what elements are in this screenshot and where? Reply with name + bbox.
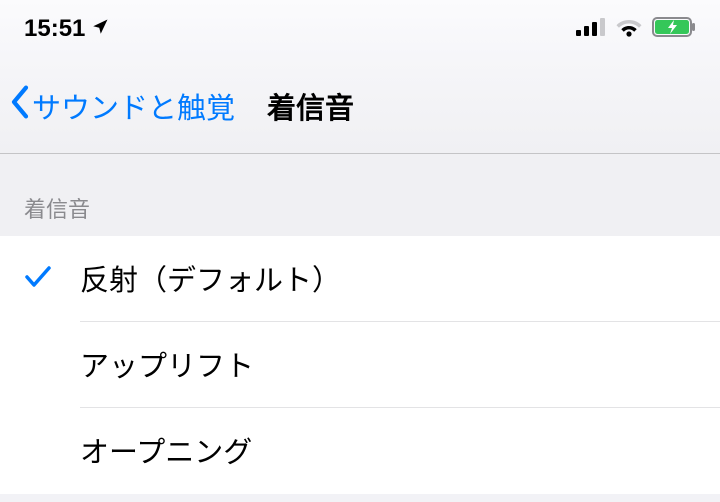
ringtone-list: 反射（デフォルト） アップリフトオープニング (0, 236, 720, 494)
page-title: 着信音 (267, 85, 354, 127)
wifi-icon (616, 17, 642, 42)
row-inner: アップリフト (80, 322, 720, 408)
nav-bar: サウンドと触覚 着信音 (0, 58, 720, 154)
status-bar: 15:51 (0, 0, 720, 58)
ringtone-label: アップリフト (80, 343, 254, 387)
ringtone-row[interactable]: 反射（デフォルト） (0, 236, 720, 322)
ringtone-row[interactable]: アップリフト (0, 322, 720, 408)
ringtone-label: 反射（デフォルト） (80, 257, 341, 301)
row-inner: 反射（デフォルト） (80, 236, 720, 322)
back-label: サウンドと触覚 (32, 85, 235, 127)
location-icon (91, 15, 109, 43)
checkmark-col (24, 265, 80, 294)
back-button[interactable]: サウンドと触覚 (8, 84, 235, 128)
cellular-signal-icon (576, 18, 606, 41)
status-left: 15:51 (24, 15, 109, 43)
ringtone-label: オープニング (80, 429, 252, 473)
chevron-left-icon (8, 84, 32, 128)
status-right (576, 17, 696, 42)
ringtone-row[interactable]: オープニング (0, 408, 720, 494)
checkmark-icon (24, 265, 52, 294)
battery-charging-icon (652, 17, 696, 42)
row-inner: オープニング (80, 408, 720, 494)
status-time: 15:51 (24, 15, 85, 43)
section-header: 着信音 (0, 154, 720, 236)
